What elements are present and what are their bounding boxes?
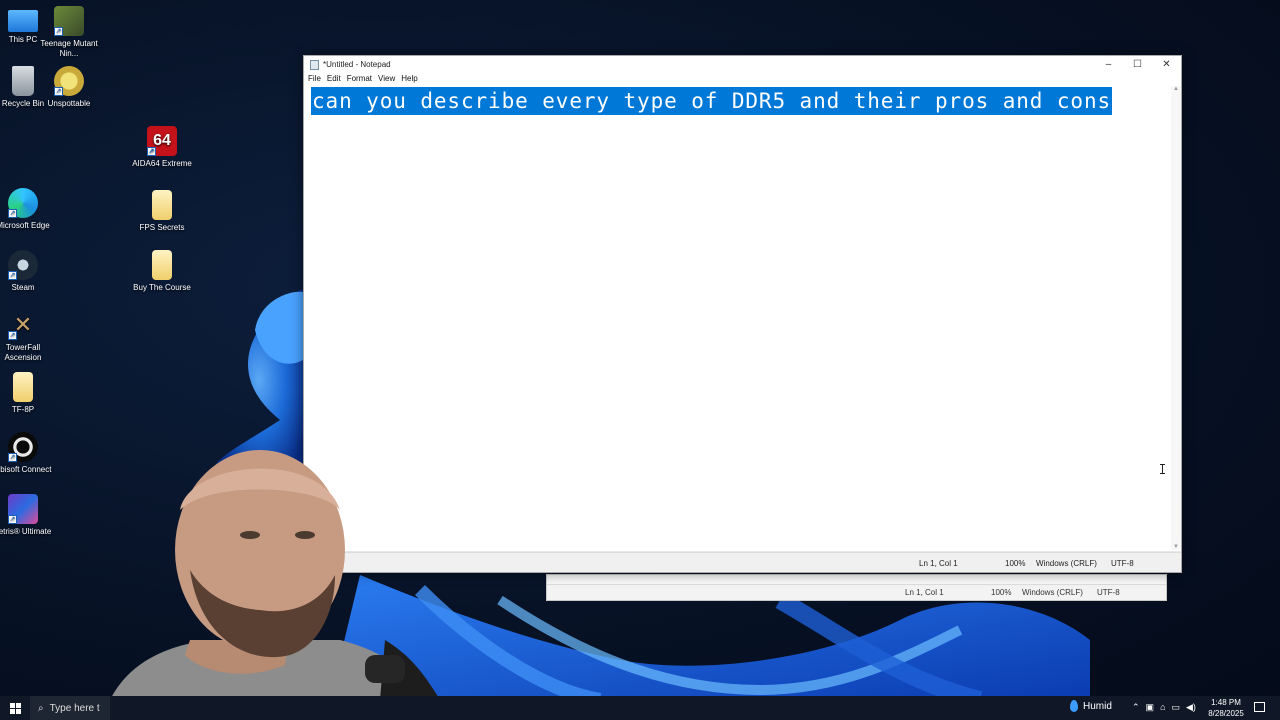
text-cursor-icon — [1160, 464, 1165, 474]
search-placeholder: Type here t — [49, 702, 100, 714]
start-button[interactable] — [0, 696, 30, 720]
crossed-arrows-icon: ✕ ↗ — [8, 312, 33, 340]
taskbar: ⌕ Type here t Humid ⌃ ▣ ⌂ ▭ ◀) 1:48 PM 8… — [0, 696, 1280, 720]
aida64-icon: 64 ↗ — [147, 126, 177, 156]
desktop-icon-label: Unspottable — [47, 99, 91, 108]
desktop-icon-towerfall[interactable]: ✕ ↗ TowerFall Ascension — [0, 310, 55, 363]
tray-app-icon[interactable]: ▣ — [1146, 702, 1155, 713]
folder-icon — [13, 372, 33, 402]
folder-icon — [152, 190, 172, 220]
edge-icon: ↗ — [8, 188, 38, 218]
robot-face-icon: ↗ — [54, 66, 84, 96]
maximize-button[interactable]: ☐ — [1123, 56, 1152, 73]
desktop-icon-label: Tetris® Ultimate — [0, 527, 52, 536]
menu-help[interactable]: Help — [400, 73, 422, 86]
menu-file[interactable]: File — [307, 73, 326, 86]
desktop-icon-tetris[interactable]: ↗ Tetris® Ultimate — [0, 494, 55, 537]
status-line-endings: Windows (CRLF) — [1036, 559, 1097, 568]
show-hidden-icons-chevron-icon[interactable]: ⌃ — [1132, 702, 1140, 713]
desktop-icon-steam[interactable]: ↗ Steam — [0, 250, 55, 293]
taskbar-search-box[interactable]: ⌕ Type here t — [30, 696, 110, 720]
recycle-bin-icon — [12, 66, 34, 96]
menu-view[interactable]: View — [377, 73, 400, 86]
volume-icon[interactable]: ◀) — [1186, 702, 1196, 713]
desktop-icon-label: Teenage Mutant Nin... — [40, 39, 98, 58]
notepad-window-background[interactable]: Ln 1, Col 1 100% Windows (CRLF) UTF-8 — [546, 574, 1167, 601]
clock-date: 8/28/2025 — [1208, 709, 1244, 718]
game-cover-icon: ↗ — [54, 6, 84, 36]
tray-display-icon[interactable]: ▭ — [1172, 702, 1181, 713]
desktop-icon-label: Steam — [11, 283, 35, 292]
monitor-icon — [8, 10, 38, 32]
desktop-icon-label: AIDA64 Extreme — [132, 159, 192, 168]
ubisoft-icon: ↗ — [8, 432, 38, 462]
tetris-icon: ↗ — [8, 494, 38, 524]
notification-center-icon[interactable] — [1254, 702, 1265, 712]
desktop-icon-label: TowerFall Ascension — [4, 343, 42, 362]
menu-bar: File Edit Format View Help — [304, 73, 1181, 86]
taskbar-clock[interactable]: 1:48 PM 8/28/2025 — [1206, 697, 1246, 719]
desktop-icon-label: Ubisoft Connect — [0, 465, 52, 474]
desktop-icon-ubisoft-connect[interactable]: ↗ Ubisoft Connect — [0, 432, 55, 475]
status-position: Ln 1, Col 1 — [919, 559, 958, 568]
close-button[interactable]: ✕ — [1152, 56, 1181, 73]
menu-format[interactable]: Format — [346, 73, 377, 86]
desktop-icon-aida64[interactable]: 64 ↗ AIDA64 Extreme — [130, 126, 194, 169]
windows-logo-icon — [9, 702, 21, 714]
title-bar[interactable]: *Untitled - Notepad – ☐ ✕ — [304, 56, 1181, 73]
status-zoom: 100% — [991, 588, 1012, 597]
desktop-icon-unspottable[interactable]: ↗ Unspottable — [37, 66, 101, 109]
status-line-endings: Windows (CRLF) — [1022, 588, 1083, 597]
search-icon: ⌕ — [38, 702, 44, 714]
desktop-icon-tf-8p[interactable]: TF-8P — [0, 372, 55, 415]
webcam-overlay — [110, 440, 460, 700]
vertical-scrollbar[interactable]: ▲ ▼ — [1171, 86, 1181, 550]
clock-time: 1:48 PM — [1211, 698, 1241, 707]
selected-text[interactable]: can you describe every type of DDR5 and … — [311, 87, 1113, 115]
minimize-button[interactable]: – — [1094, 56, 1123, 73]
status-encoding: UTF-8 — [1111, 559, 1134, 568]
window-title: *Untitled - Notepad — [323, 60, 391, 69]
desktop-icon-edge[interactable]: ↗ Microsoft Edge — [0, 188, 55, 231]
humidity-drop-icon — [1070, 700, 1078, 712]
notepad-app-icon — [310, 59, 319, 70]
horizontal-scrollbar[interactable] — [547, 575, 1166, 585]
desktop-icon-label: TF-8P — [11, 405, 35, 414]
weather-widget[interactable]: Humid — [1070, 700, 1112, 712]
tray-network-icon[interactable]: ⌂ — [1160, 702, 1165, 713]
scroll-up-arrow-icon[interactable]: ▲ — [1173, 86, 1179, 92]
desktop-icon-label: Microsoft Edge — [0, 221, 50, 230]
weather-text: Humid — [1083, 700, 1112, 712]
status-zoom: 100% — [1005, 559, 1026, 568]
menu-edit[interactable]: Edit — [326, 73, 346, 86]
desktop-icon-tmnt[interactable]: ↗ Teenage Mutant Nin... — [37, 6, 101, 59]
status-encoding: UTF-8 — [1097, 588, 1120, 597]
status-position: Ln 1, Col 1 — [905, 588, 944, 597]
system-tray: ⌃ ▣ ⌂ ▭ ◀) — [1132, 702, 1196, 713]
desktop-icon-label: FPS Secrets — [139, 223, 185, 232]
scroll-down-arrow-icon[interactable]: ▼ — [1173, 544, 1179, 550]
desktop-icon-buy-the-course[interactable]: Buy The Course — [130, 250, 194, 293]
steam-icon: ↗ — [8, 250, 38, 280]
desktop-icon-fps-secrets[interactable]: FPS Secrets — [130, 190, 194, 233]
desktop-icon-label: Buy The Course — [133, 283, 191, 292]
folder-icon — [152, 250, 172, 280]
